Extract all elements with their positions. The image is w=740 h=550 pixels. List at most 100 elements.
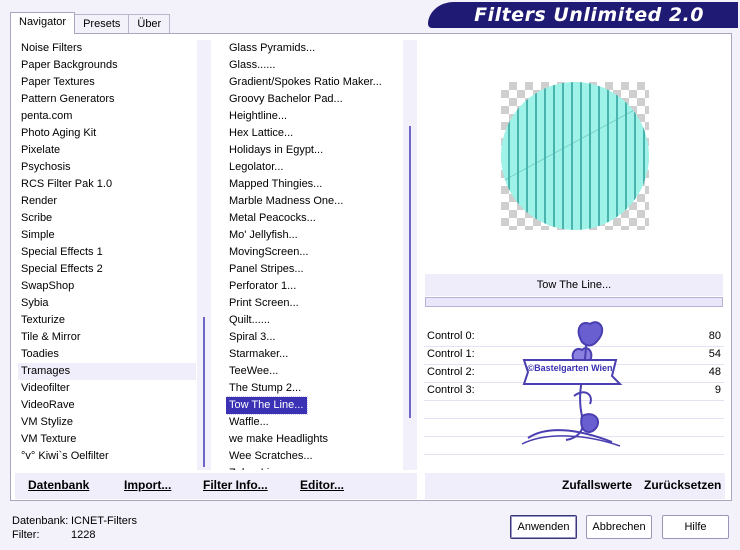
filter-item[interactable]: Zebra Lines... (226, 465, 402, 470)
filter-item[interactable]: Tow The Line... (226, 396, 309, 415)
category-list[interactable]: Noise Filters Paper Backgrounds Paper Text… (18, 40, 196, 470)
category-item[interactable]: Tile & Mirror (18, 329, 196, 346)
category-item[interactable]: Tramages (18, 363, 196, 380)
control-row-1[interactable]: Control 1: 54 (424, 345, 724, 363)
filter-info-button[interactable]: Filter Info... (203, 473, 268, 497)
category-item[interactable]: Videofilter (18, 380, 196, 397)
category-item[interactable]: SwapShop (18, 278, 196, 295)
reset-button[interactable]: Zurücksetzen (644, 473, 721, 497)
category-scrollbar[interactable] (197, 40, 211, 470)
preview-image (501, 82, 649, 230)
category-item[interactable]: VM Texture (18, 431, 196, 448)
filter-item[interactable]: Legolator... (226, 159, 402, 176)
right-button-bar: Zufallswerte Zurücksetzen (425, 473, 725, 499)
control-value[interactable]: 9 (715, 381, 721, 399)
filter-item[interactable]: Holidays in Egypt... (226, 142, 402, 159)
filter-item[interactable]: Wee Scratches... (226, 448, 402, 465)
category-item[interactable]: Special Effects 2 (18, 261, 196, 278)
filter-item[interactable]: Glass...... (226, 57, 402, 74)
control-row-0[interactable]: Control 0: 80 (424, 327, 724, 345)
filter-item[interactable]: Gradient/Spokes Ratio Maker... (226, 74, 402, 91)
tab-bar: Navigator Presets Über (10, 12, 171, 34)
import-button[interactable]: Import... (124, 473, 171, 497)
category-item[interactable]: Noise Filters (18, 40, 196, 57)
category-item[interactable]: °v° Kiwi`s Oelfilter (18, 448, 196, 465)
control-divider (424, 454, 724, 455)
category-item[interactable]: Pattern Generators (18, 91, 196, 108)
category-item[interactable]: Texturize (18, 312, 196, 329)
filter-item[interactable]: Mo' Jellyfish... (226, 227, 402, 244)
status-db-value: ICNET-Filters (71, 515, 137, 527)
filter-item[interactable]: Marble Madness One... (226, 193, 402, 210)
filter-item[interactable]: Waffle... (226, 414, 402, 431)
filter-item[interactable]: Print Screen... (226, 295, 402, 312)
filter-info-button-label: Filter Info... (203, 478, 268, 492)
category-item[interactable]: Toadies (18, 346, 196, 363)
filter-list[interactable]: Glass Pyramids... Glass...... Gradient/Spo… (226, 40, 402, 470)
control-value[interactable]: 80 (709, 327, 721, 345)
filter-scrollbar[interactable] (403, 40, 417, 470)
filter-item[interactable]: TeeWee... (226, 363, 402, 380)
filter-item[interactable]: Glass Pyramids... (226, 40, 402, 57)
tab-about[interactable]: Über (128, 14, 171, 34)
progress-bar (425, 297, 723, 307)
filter-item[interactable]: Quilt...... (226, 312, 402, 329)
filter-item[interactable]: Heightline... (226, 108, 402, 125)
current-filter-name: Tow The Line... (425, 274, 723, 296)
category-item[interactable]: Paper Backgrounds (18, 57, 196, 74)
filter-item[interactable]: Perforator 1... (226, 278, 402, 295)
tab-navigator[interactable]: Navigator (10, 12, 76, 34)
filter-item[interactable]: The Stump 2... (226, 380, 402, 397)
control-value[interactable]: 54 (709, 345, 721, 363)
control-label: Control 2: (427, 366, 475, 378)
status-db-label: Datenbank: (12, 515, 69, 527)
category-item[interactable]: Render (18, 193, 196, 210)
random-values-button[interactable]: Zufallswerte (562, 473, 632, 497)
filter-item[interactable]: Groovy Bachelor Pad... (226, 91, 402, 108)
filter-item[interactable]: Metal Peacocks... (226, 210, 402, 227)
database-button-label: Datenbank (28, 478, 90, 492)
category-item[interactable]: VideoRave (18, 397, 196, 414)
control-label: Control 3: (427, 384, 475, 396)
category-item[interactable]: Paper Textures (18, 74, 196, 91)
filter-item[interactable]: we make Headlights (226, 431, 402, 448)
category-item[interactable]: Scribe (18, 210, 196, 227)
status-filter-label: Filter: (12, 529, 40, 541)
editor-button[interactable]: Editor... (300, 473, 344, 497)
control-row-3[interactable]: Control 3: 9 (424, 381, 724, 399)
filter-scrollbar-thumb[interactable] (409, 126, 411, 418)
category-item[interactable]: Simple (18, 227, 196, 244)
category-item[interactable]: VM Stylize (18, 414, 196, 431)
filter-item[interactable]: MovingScreen... (226, 244, 402, 261)
cancel-button[interactable]: Abbrechen (586, 515, 652, 539)
category-item[interactable]: Special Effects 1 (18, 244, 196, 261)
control-label: Control 1: (427, 348, 475, 360)
status-area: Datenbank: ICNET-Filters Filter: 1228 (12, 515, 212, 545)
category-scrollbar-thumb[interactable] (203, 317, 205, 467)
category-item[interactable]: RCS Filter Pak 1.0 (18, 176, 196, 193)
app-title-banner: Filters Unlimited 2.0 (428, 2, 738, 28)
filter-item[interactable]: Panel Stripes... (226, 261, 402, 278)
controls-area: ©Bastelgarten Wien Control 0: 80 Control 1… (424, 321, 724, 466)
control-row-2[interactable]: Control 2: 48 (424, 363, 724, 381)
import-button-label: Import... (124, 478, 172, 492)
category-item[interactable]: penta.com (18, 108, 196, 125)
filter-item[interactable]: Hex Lattice... (226, 125, 402, 142)
apply-button[interactable]: Anwenden (510, 515, 577, 539)
category-item[interactable]: Psychosis (18, 159, 196, 176)
filter-item[interactable]: Spiral 3... (226, 329, 402, 346)
category-item[interactable]: Sybia (18, 295, 196, 312)
editor-button-label: Editor... (300, 478, 345, 492)
control-value[interactable]: 48 (709, 363, 721, 381)
preview-circle-graphic (501, 82, 649, 230)
database-button[interactable]: Datenbank (28, 473, 89, 497)
category-item[interactable]: Pixelate (18, 142, 196, 159)
filter-item[interactable]: Mapped Thingies... (226, 176, 402, 193)
control-label: Control 0: (427, 330, 475, 342)
left-button-bar: Datenbank Import... Filter Info... Edito… (15, 473, 417, 499)
help-button[interactable]: Hilfe (662, 515, 729, 539)
filter-item[interactable]: Starmaker... (226, 346, 402, 363)
tab-presets[interactable]: Presets (74, 14, 130, 34)
preview-area (425, 40, 725, 272)
category-item[interactable]: Photo Aging Kit (18, 125, 196, 142)
